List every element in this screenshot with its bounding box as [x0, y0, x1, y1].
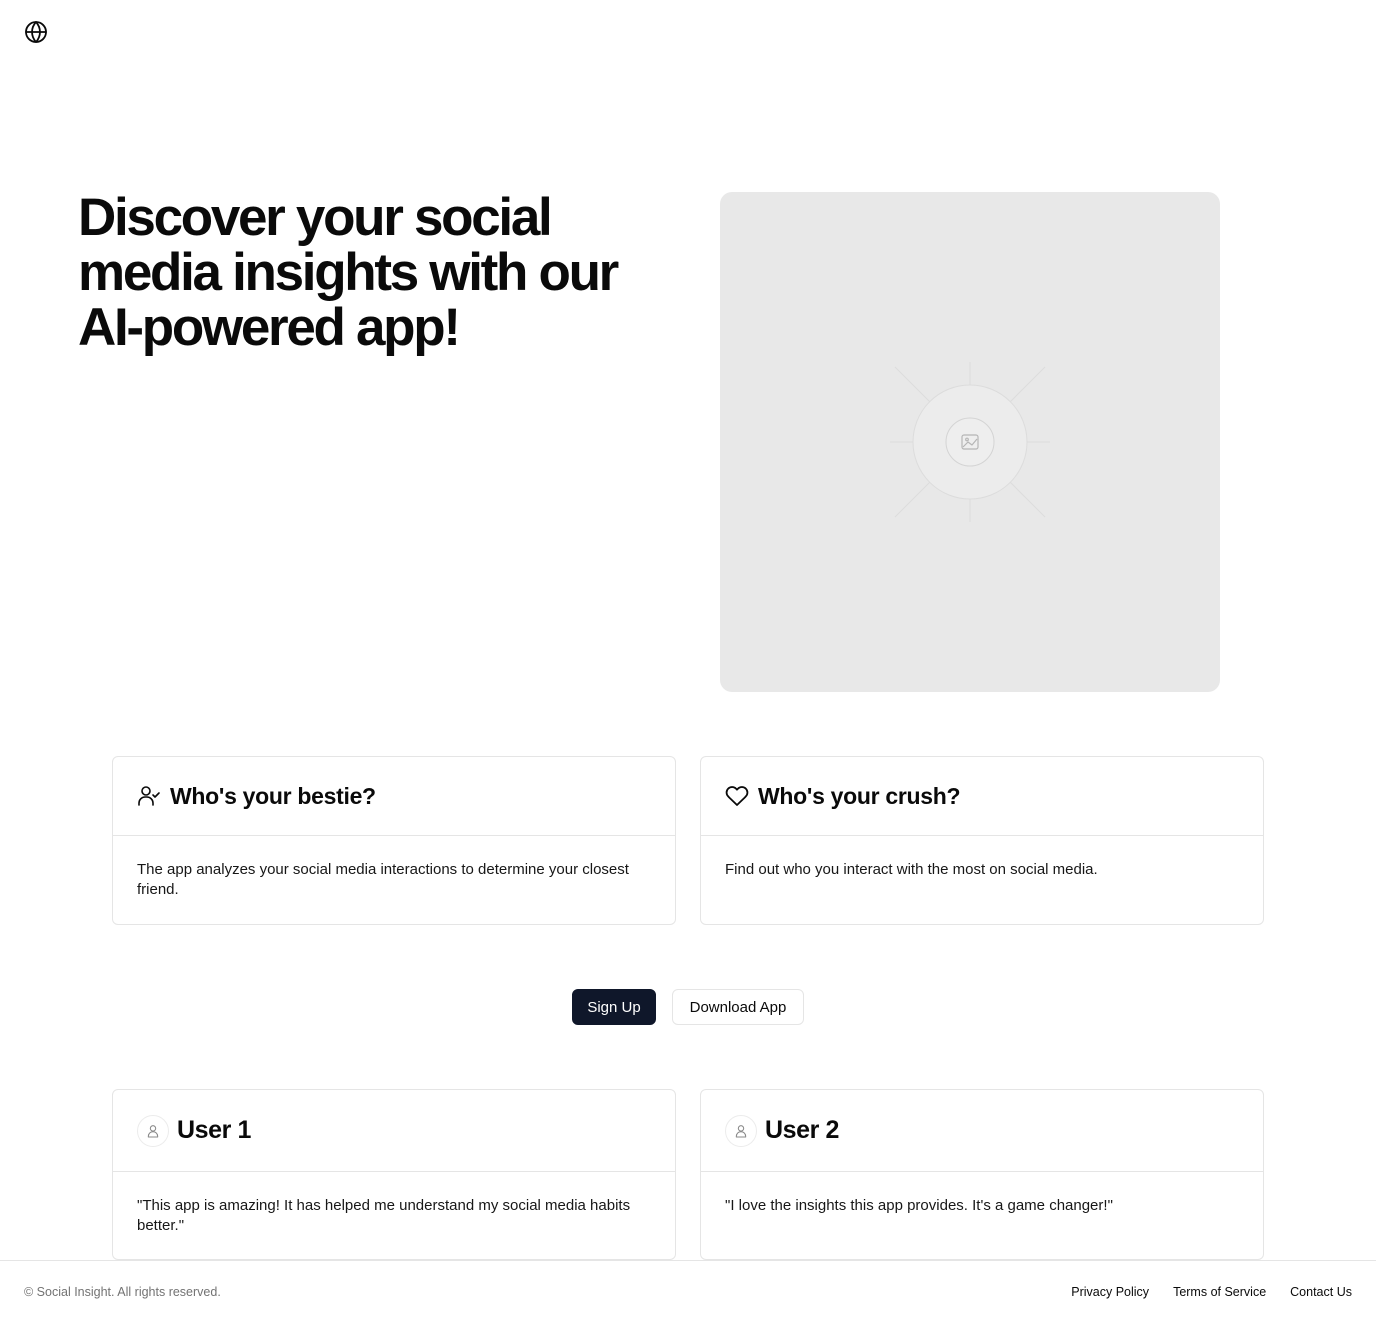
testimonial-card: User 2 "I love the insights this app pro… [700, 1089, 1264, 1260]
hero-image-placeholder [720, 192, 1220, 692]
image-placeholder-icon [890, 362, 1050, 522]
footer-nav: Privacy Policy Terms of Service Contact … [1071, 1285, 1352, 1299]
feature-description: The app analyzes your social media inter… [137, 861, 629, 898]
testimonial-quote: "I love the insights this app provides. … [725, 1197, 1113, 1214]
feature-card-bestie: Who's your bestie? The app analyzes your… [112, 756, 676, 925]
avatar [725, 1114, 757, 1147]
footer: © Social Insight. All rights reserved. P… [0, 1260, 1376, 1325]
feature-card-header: Who's your bestie? [113, 757, 675, 836]
globe-icon[interactable] [24, 20, 48, 44]
feature-title: Who's your crush? [758, 782, 961, 809]
testimonial-header: User 1 [113, 1090, 675, 1172]
download-app-button[interactable]: Download App [672, 989, 804, 1025]
sign-up-button[interactable]: Sign Up [572, 989, 656, 1025]
user-check-icon [138, 786, 160, 806]
heart-icon [725, 786, 749, 806]
terms-of-service-link[interactable]: Terms of Service [1173, 1285, 1266, 1299]
feature-title: Who's your bestie? [170, 782, 376, 809]
avatar [137, 1114, 169, 1147]
privacy-policy-link[interactable]: Privacy Policy [1071, 1285, 1149, 1299]
feature-card-header: Who's your crush? [701, 757, 1263, 836]
feature-card-crush: Who's your crush? Find out who you inter… [700, 756, 1264, 925]
testimonial-quote: "This app is amazing! It has helped me u… [137, 1197, 631, 1234]
hero-title: Discover your social media insights with… [78, 188, 619, 357]
copyright-text: © Social Insight. All rights reserved. [24, 1285, 221, 1299]
user-icon [735, 1124, 747, 1138]
testimonial-header: User 2 [701, 1090, 1263, 1172]
testimonial-card: User 1 "This app is amazing! It has help… [112, 1089, 676, 1260]
feature-description: Find out who you interact with the most … [725, 861, 1098, 878]
contact-us-link[interactable]: Contact Us [1290, 1285, 1352, 1299]
testimonial-name: User 2 [765, 1116, 840, 1144]
user-icon [147, 1124, 159, 1138]
testimonial-name: User 1 [177, 1116, 252, 1144]
